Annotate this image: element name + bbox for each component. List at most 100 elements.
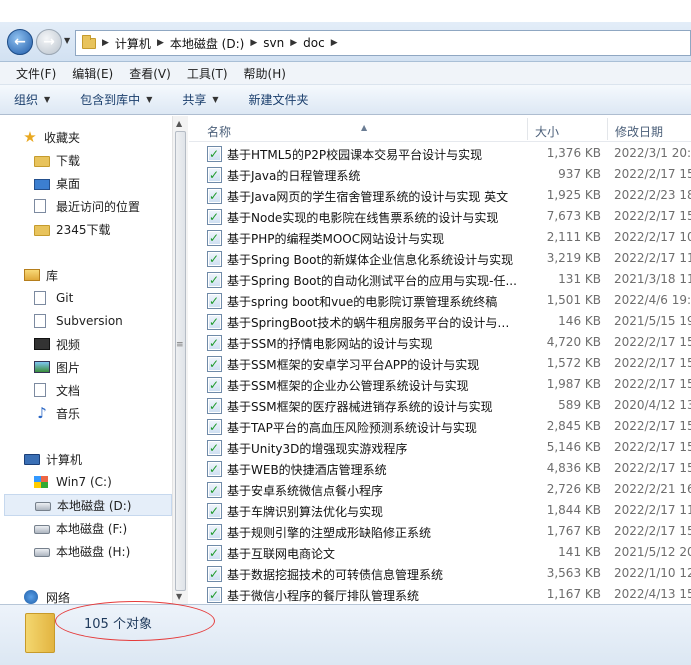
table-row[interactable]: 基于PHP的编程类MOOC网站设计与实现 2,111 KB 2022/2/17 10 xyxy=(189,227,691,248)
nav-drive-f[interactable]: 本地磁盘 (F:) xyxy=(34,517,127,539)
table-row[interactable]: 基于Spring Boot的自动化测试平台的应用与实现-任... 131 KB 20… xyxy=(189,269,691,290)
file-name: 基于PHP的编程类MOOC网站设计与实现 xyxy=(227,232,445,246)
nav-recent-places[interactable]: 最近访问的位置 xyxy=(34,195,140,217)
column-size[interactable]: 大小 xyxy=(535,123,559,140)
menu-edit[interactable]: 编辑(E) xyxy=(64,65,121,82)
table-row[interactable]: 基于Java的日程管理系统 937 KB 2022/2/17 15 xyxy=(189,164,691,185)
table-row[interactable]: 基于Node实现的电影院在线售票系统的设计与实现 7,673 KB 2022/2/1… xyxy=(189,206,691,227)
file-name: 基于Java的日程管理系统 xyxy=(227,169,361,183)
menu-help[interactable]: 帮助(H) xyxy=(236,65,294,82)
nav-drive-h[interactable]: 本地磁盘 (H:) xyxy=(34,540,130,562)
new-folder-button[interactable]: 新建文件夹 xyxy=(249,91,309,108)
details-pane: 105 个对象 xyxy=(0,601,691,665)
nav-pictures[interactable]: 图片 xyxy=(34,356,80,378)
command-bar: 组织 ▼ 包含到库中 ▼ 共享 ▼ 新建文件夹 xyxy=(0,85,691,115)
table-row[interactable]: 基于SSM框架的企业办公管理系统设计与实现 1,987 KB 2022/2/17 1… xyxy=(189,374,691,395)
column-name[interactable]: 名称 xyxy=(207,123,231,140)
nav-drive-c[interactable]: Win7 (C:) xyxy=(34,471,112,493)
back-button[interactable]: ← xyxy=(7,29,33,55)
nav-desktop[interactable]: 桌面 xyxy=(34,172,80,194)
menu-view[interactable]: 查看(V) xyxy=(121,65,179,82)
nav-videos[interactable]: 视频 xyxy=(34,333,80,355)
nav-label: Subversion xyxy=(56,314,123,328)
column-divider[interactable] xyxy=(607,118,608,140)
menu-tools[interactable]: 工具(T) xyxy=(179,65,236,82)
nav-label: 桌面 xyxy=(56,176,81,191)
scroll-down-icon[interactable]: ▼ xyxy=(176,592,182,601)
nav-label: 最近访问的位置 xyxy=(56,199,141,214)
recent-pages-dropdown[interactable]: ▼ xyxy=(64,36,70,45)
file-date: 2022/2/17 15 xyxy=(614,335,691,349)
chevron-right-icon[interactable]: ▶ xyxy=(102,38,109,48)
nav-2345-downloads[interactable]: 2345下载 xyxy=(34,218,111,240)
chevron-right-icon[interactable]: ▶ xyxy=(157,38,164,48)
file-name: 基于spring boot和vue的电影院订票管理系统终稿 xyxy=(227,295,498,309)
nav-drive-d[interactable]: 本地磁盘 (D:) xyxy=(4,494,172,516)
file-name: 基于TAP平台的高血压风险预测系统设计与实现 xyxy=(227,421,477,435)
crumb-doc[interactable]: doc xyxy=(303,36,325,50)
table-row[interactable]: 基于WEB的快捷酒店管理系统 4,836 KB 2022/2/17 15 xyxy=(189,458,691,479)
file-date: 2022/2/17 15 xyxy=(614,524,691,538)
nav-music[interactable]: ♪ 音乐 xyxy=(34,402,80,424)
arrow-right-icon: → xyxy=(43,34,55,50)
table-row[interactable]: 基于SSM框架的安卓学习平台APP的设计与实现 1,572 KB 2022/2/17… xyxy=(189,353,691,374)
table-row[interactable]: 基于微信小程序的餐厅排队管理系统 1,167 KB 2022/4/13 15 xyxy=(189,584,691,604)
file-date: 2022/3/1 20:0 xyxy=(614,146,691,160)
file-name: 基于HTML5的P2P校园课本交易平台设计与实现 xyxy=(227,148,483,162)
crumb-computer[interactable]: 计算机 xyxy=(115,35,151,52)
nav-documents[interactable]: 文档 xyxy=(34,379,80,401)
git-library-icon xyxy=(34,291,46,305)
folder-icon xyxy=(82,34,96,49)
file-list: ▲ 名称 大小 修改日期 基于HTML5的P2P校园课本交易平台设计与实现 1,3… xyxy=(189,116,691,604)
table-row[interactable]: 基于数据挖掘技术的可转债信息管理系统 3,563 KB 2022/1/10 12 xyxy=(189,563,691,584)
svn-document-icon xyxy=(207,566,222,582)
nav-network[interactable]: 网络 xyxy=(24,586,70,604)
include-in-library-button[interactable]: 包含到库中 ▼ xyxy=(80,91,152,108)
chevron-right-icon[interactable]: ▶ xyxy=(331,38,338,48)
crumb-svn[interactable]: svn xyxy=(263,36,284,50)
table-row[interactable]: 基于规则引擎的注塑成形缺陷修正系统 1,767 KB 2022/2/17 15 xyxy=(189,521,691,542)
table-row[interactable]: 基于车牌识别算法优化与实现 1,844 KB 2022/2/17 11 xyxy=(189,500,691,521)
forward-button[interactable]: → xyxy=(36,29,62,55)
table-row[interactable]: 基于SpringBoot技术的蜗牛租房服务平台的设计与实... 146 KB 202… xyxy=(189,311,691,332)
nav-git[interactable]: Git xyxy=(34,287,73,309)
desktop-icon xyxy=(34,178,50,190)
table-row[interactable]: 基于Unity3D的增强现实游戏程序 5,146 KB 2022/2/17 15 xyxy=(189,437,691,458)
table-row[interactable]: 基于TAP平台的高血压风险预测系统设计与实现 2,845 KB 2022/2/17 … xyxy=(189,416,691,437)
navigation-scrollbar[interactable]: ▲ ≡ ▼ xyxy=(172,116,188,604)
table-row[interactable]: 基于HTML5的P2P校园课本交易平台设计与实现 1,376 KB 2022/3/1… xyxy=(189,143,691,164)
file-size: 937 KB xyxy=(558,167,601,181)
nav-computer[interactable]: 计算机 xyxy=(24,448,82,470)
nav-favorites[interactable]: ★ 收藏夹 xyxy=(22,126,80,148)
hard-drive-icon xyxy=(35,502,51,511)
menu-file[interactable]: 文件(F) xyxy=(8,65,64,82)
crumb-drive-d[interactable]: 本地磁盘 (D:) xyxy=(170,35,244,52)
nav-libraries[interactable]: 库 xyxy=(24,264,58,286)
table-row[interactable]: 基于安卓系统微信点餐小程序 2,726 KB 2022/2/21 16 xyxy=(189,479,691,500)
file-date: 2020/4/12 13 xyxy=(614,398,691,412)
organize-button[interactable]: 组织 ▼ xyxy=(14,91,50,108)
svn-document-icon xyxy=(207,587,222,603)
table-row[interactable]: 基于互联网电商论文 141 KB 2021/5/12 20 xyxy=(189,542,691,563)
svn-document-icon xyxy=(207,545,222,561)
table-row[interactable]: 基于spring boot和vue的电影院订票管理系统终稿 1,501 KB 202… xyxy=(189,290,691,311)
table-row[interactable]: 基于SSM的抒情电影网站的设计与实现 4,720 KB 2022/2/17 15 xyxy=(189,332,691,353)
column-divider[interactable] xyxy=(527,118,528,140)
breadcrumb[interactable]: ▶ 计算机 ▶ 本地磁盘 (D:) ▶ svn ▶ doc ▶ xyxy=(75,30,691,56)
scroll-up-icon[interactable]: ▲ xyxy=(176,119,182,128)
file-date: 2022/2/17 15 xyxy=(614,167,691,181)
table-row[interactable]: 基于SSM框架的医疗器械进销存系统的设计与实现 589 KB 2020/4/12 1… xyxy=(189,395,691,416)
nav-downloads[interactable]: 下载 xyxy=(34,149,80,171)
table-row[interactable]: 基于Java网页的学生宿舍管理系统的设计与实现 英文 1,925 KB 2022/2… xyxy=(189,185,691,206)
file-size: 141 KB xyxy=(558,545,601,559)
nav-subversion[interactable]: Subversion xyxy=(34,310,123,332)
share-button[interactable]: 共享 ▼ xyxy=(182,91,218,108)
scrollbar-thumb[interactable] xyxy=(175,131,186,591)
chevron-right-icon[interactable]: ▶ xyxy=(250,38,257,48)
column-date-modified[interactable]: 修改日期 xyxy=(615,123,663,140)
table-row[interactable]: 基于Spring Boot的新媒体企业信息化系统设计与实现 3,219 KB 202… xyxy=(189,248,691,269)
chevron-right-icon[interactable]: ▶ xyxy=(290,38,297,48)
star-icon: ★ xyxy=(23,128,37,146)
file-size: 2,726 KB xyxy=(546,482,601,496)
nav-label: 计算机 xyxy=(46,452,83,467)
